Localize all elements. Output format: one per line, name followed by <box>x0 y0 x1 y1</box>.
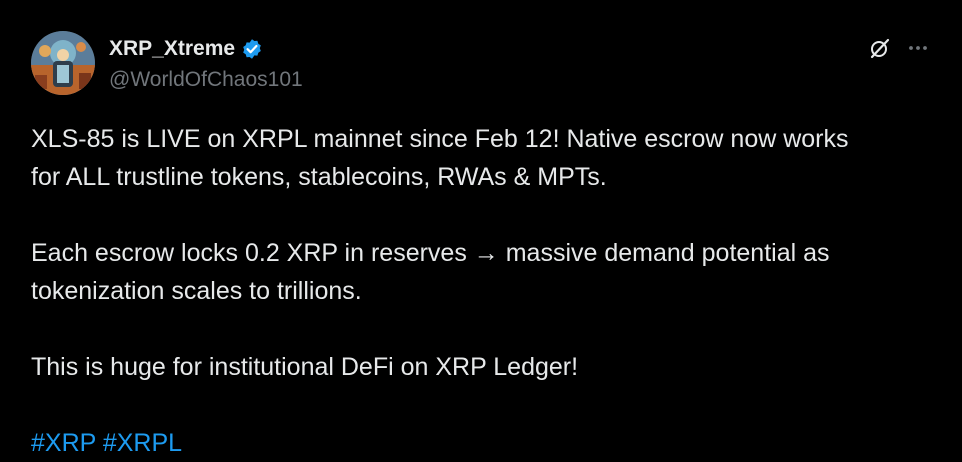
author-name-row[interactable]: XRP_Xtreme <box>109 37 263 61</box>
hashtag-link[interactable]: #XRPL <box>103 429 182 457</box>
hashtag-row: #XRP #XRPL <box>31 424 936 462</box>
post-body: XLS-85 is LIVE on XRPL mainnet since Feb… <box>31 120 936 462</box>
avatar[interactable] <box>31 31 95 95</box>
hashtag-link[interactable]: #XRP <box>31 429 96 457</box>
avatar-image <box>31 31 95 95</box>
post-text-line: tokenization scales to trillions. <box>31 277 362 305</box>
verified-badge-icon[interactable] <box>241 38 263 60</box>
post-text-line: for ALL trustline tokens, stablecoins, R… <box>31 163 607 191</box>
grok-slash-icon[interactable] <box>868 36 892 60</box>
post-text-line: XLS-85 is LIVE on XRPL mainnet since Feb… <box>31 125 849 153</box>
more-horizontal-icon[interactable] <box>906 36 930 60</box>
post-text-line: This is huge for institutional DeFi on X… <box>31 353 579 381</box>
author-handle[interactable]: @WorldOfChaos101 <box>109 68 303 92</box>
post-text-line: Each escrow locks 0.2 XRP in reserves → … <box>31 239 830 267</box>
post-card: XRP_Xtreme @WorldOfChaos101 XLS-85 is LI… <box>0 0 962 460</box>
author-display-name[interactable]: XRP_Xtreme <box>109 37 235 61</box>
